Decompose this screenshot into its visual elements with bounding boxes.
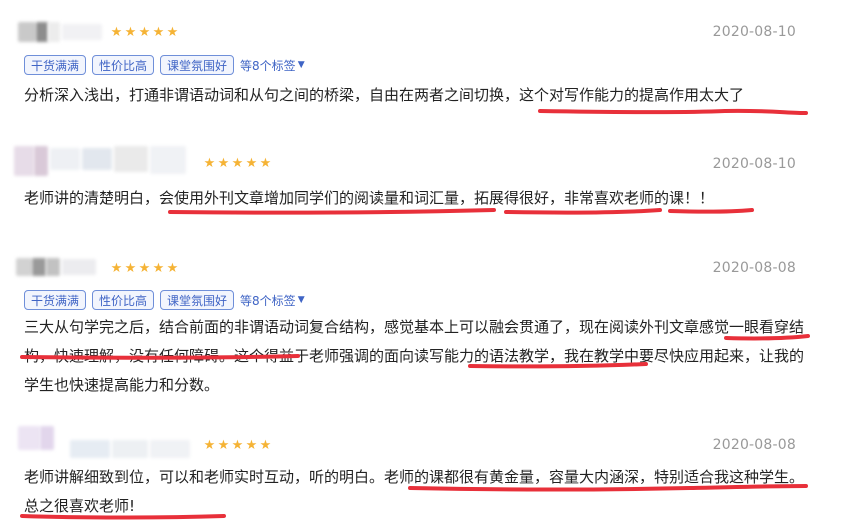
review-4: ★ ★ ★ ★ ★ 2020-08-08 老师讲解细致到位，可以和老师实时互动，…	[0, 0, 842, 515]
star-icon: ★	[231, 156, 244, 171]
star-icon: ★	[110, 261, 123, 276]
star-icon: ★	[152, 261, 165, 276]
star-icon: ★	[138, 261, 151, 276]
review-date: 2020-08-08	[712, 437, 796, 453]
rating-stars: ★ ★ ★ ★ ★	[110, 262, 179, 275]
review-date: 2020-08-08	[712, 260, 796, 276]
more-tags-label: 等8个标签	[240, 293, 296, 308]
star-icon: ★	[259, 438, 272, 453]
star-icon: ★	[245, 438, 258, 453]
star-icon: ★	[259, 156, 272, 171]
more-tags-toggle[interactable]: 等8个标签 ▼	[240, 292, 305, 309]
tag[interactable]: 课堂氛围好	[160, 290, 235, 310]
star-icon: ★	[203, 438, 216, 453]
caret-down-icon: ▼	[297, 295, 305, 305]
star-icon: ★	[245, 156, 258, 171]
star-icon: ★	[166, 261, 179, 276]
star-icon: ★	[217, 438, 230, 453]
review-text: 三大从句学完之后，结合前面的非谓语动词复合结构，感觉基本上可以融会贯通了，现在阅…	[24, 318, 805, 394]
rating-stars: ★ ★ ★ ★ ★	[203, 439, 272, 452]
review-text: 老师讲解细致到位，可以和老师实时互动，听的明白。老师的课都很有黄金量，容量大内涵…	[24, 468, 805, 515]
review-text: 老师讲的清楚明白，会使用外刊文章增加同学们的阅读量和词汇量，拓展得很好，非常喜欢…	[24, 189, 715, 207]
review-date: 2020-08-10	[712, 156, 796, 172]
star-icon: ★	[203, 156, 216, 171]
tag[interactable]: 性价比高	[92, 290, 155, 310]
tag[interactable]: 干货满满	[24, 290, 87, 310]
star-icon: ★	[231, 438, 244, 453]
tag-list: 干货满满 性价比高 课堂氛围好 等8个标签 ▼	[24, 290, 305, 310]
rating-stars: ★ ★ ★ ★ ★	[203, 157, 272, 170]
star-icon: ★	[124, 261, 137, 276]
star-icon: ★	[217, 156, 230, 171]
